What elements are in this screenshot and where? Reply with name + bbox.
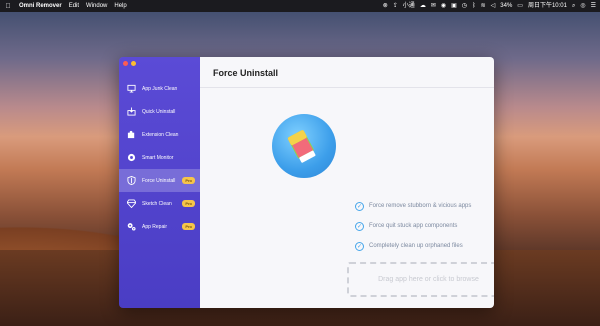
feature-text: Force remove stubborn & vicious apps <box>369 203 472 209</box>
puzzle-icon <box>127 130 136 139</box>
title-divider <box>200 87 494 88</box>
sidebar-item-force-uninstall[interactable]: Force Uninstall Pro <box>119 169 200 192</box>
search-icon[interactable]: ⌕ <box>572 3 575 9</box>
check-circle-icon: ✓ <box>355 241 364 251</box>
radar-icon <box>127 153 136 162</box>
pro-badge: Pro <box>182 223 195 230</box>
drop-zone[interactable]: Drag app here or click to browse <box>347 262 494 297</box>
cloud-icon[interactable]: ☁ <box>420 3 426 9</box>
monitor-icon <box>127 84 136 93</box>
sidebar-item-app-repair[interactable]: App Repair Pro <box>119 215 200 238</box>
status-area: ⊗ ⇪ 小通 ☁ ✉ ◉ ▣ ◷ ᛒ ≋ ◁ 34% ▭ 周日下午10:01 ⌕… <box>383 3 596 9</box>
download-box-icon <box>127 107 136 116</box>
sidebar-item-label: Smart Monitor <box>142 154 174 161</box>
feature-text: Completely clean up orphaned files <box>369 243 463 249</box>
sidebar-item-label: App Junk Clean <box>142 85 178 92</box>
battery-percent[interactable]: 34% <box>500 3 512 9</box>
sidebar-item-label: Extension Clean <box>142 131 179 138</box>
battery-icon[interactable]: ▭ <box>517 3 523 9</box>
diamond-icon <box>127 199 136 208</box>
menu-app-name[interactable]: Omni Remover <box>19 3 62 9</box>
wifi-icon[interactable]: ≋ <box>481 3 486 9</box>
feature-text: Force quit stuck app components <box>369 223 458 229</box>
menu-edit[interactable]: Edit <box>69 3 79 9</box>
app-window: App Junk Clean Quick Uninstall Extension… <box>119 57 494 308</box>
window-controls <box>123 61 136 66</box>
sidebar-item-quick-uninstall[interactable]: Quick Uninstall <box>119 100 200 123</box>
wechat-label[interactable]: 小通 <box>403 3 415 9</box>
chat-icon[interactable]: ✉ <box>431 3 436 9</box>
sidebar-item-label: App Repair <box>142 223 168 230</box>
pro-badge: Pro <box>182 200 195 207</box>
sidebar-item-label: Quick Uninstall <box>142 108 176 115</box>
check-circle-icon: ✓ <box>355 221 364 231</box>
clock-icon[interactable]: ◷ <box>462 3 467 9</box>
list-icon[interactable]: ☰ <box>591 3 596 9</box>
sidebar-nav: App Junk Clean Quick Uninstall Extension… <box>119 77 200 238</box>
page-title: Force Uninstall <box>213 68 279 78</box>
volume-icon[interactable]: ◁ <box>491 3 496 9</box>
apple-icon[interactable]:  <box>4 3 12 10</box>
check-circle-icon: ✓ <box>355 201 364 211</box>
gears-icon <box>127 222 136 231</box>
close-window-button[interactable] <box>123 61 128 66</box>
upload-icon[interactable]: ⇪ <box>393 3 398 9</box>
feature-item: ✓ Force quit stuck app components <box>355 216 471 236</box>
pro-badge: Pro <box>182 177 195 184</box>
bluetooth-icon[interactable]: ᛒ <box>472 3 476 9</box>
menu-help[interactable]: Help <box>114 3 126 9</box>
siri-icon[interactable]: ◎ <box>580 3 585 9</box>
sidebar-item-app-junk-clean[interactable]: App Junk Clean <box>119 77 200 100</box>
sidebar-item-extension-clean[interactable]: Extension Clean <box>119 123 200 146</box>
menu-window[interactable]: Window <box>86 3 107 9</box>
main-panel: Force Uninstall ✓ Force remove stubborn … <box>200 57 494 308</box>
menu-bar:  Omni Remover Edit Window Help ⊗ ⇪ 小通 ☁… <box>0 0 600 12</box>
sidebar-item-label: Sketch Clean <box>142 200 172 207</box>
status-icon[interactable]: ⊗ <box>383 3 388 9</box>
feature-item: ✓ Completely clean up orphaned files <box>355 236 471 256</box>
wechat-icon[interactable]: ◉ <box>441 3 446 9</box>
force-uninstall-hero-icon <box>272 114 336 178</box>
screen-icon[interactable]: ▣ <box>451 3 457 9</box>
minimize-window-button[interactable] <box>131 61 136 66</box>
feature-item: ✓ Force remove stubborn & vicious apps <box>355 196 471 216</box>
sidebar-item-label: Force Uninstall <box>142 177 176 184</box>
feature-list: ✓ Force remove stubborn & vicious apps ✓… <box>355 196 471 256</box>
sidebar-item-sketch-clean[interactable]: Sketch Clean Pro <box>119 192 200 215</box>
clock-text[interactable]: 周日下午10:01 <box>528 3 567 9</box>
shield-icon <box>127 176 136 185</box>
sidebar-item-smart-monitor[interactable]: Smart Monitor <box>119 146 200 169</box>
sidebar: App Junk Clean Quick Uninstall Extension… <box>119 57 200 308</box>
